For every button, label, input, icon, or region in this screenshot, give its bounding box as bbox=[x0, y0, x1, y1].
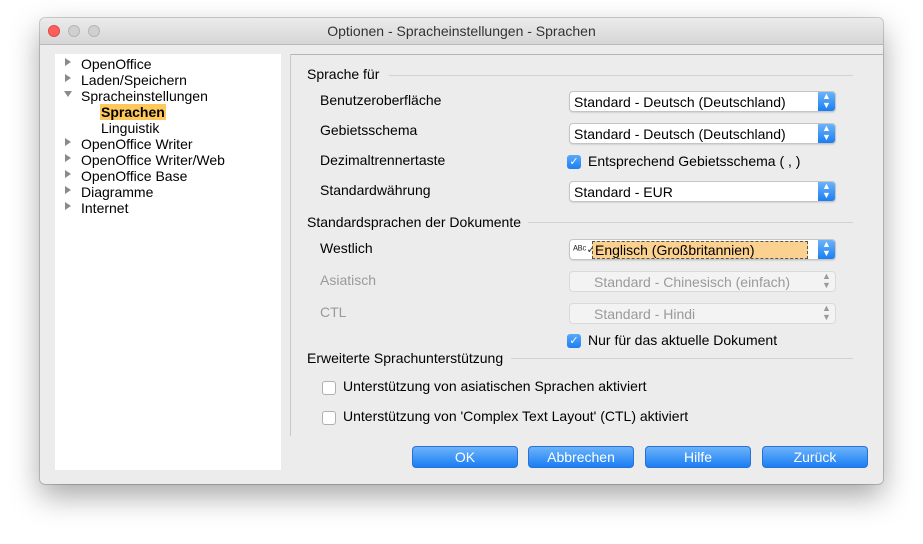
label-benutzeroberflaeche: Benutzeroberfläche bbox=[320, 92, 442, 108]
tree-item-writer-web[interactable]: OpenOffice Writer/Web bbox=[81, 152, 225, 168]
select-value: Englisch (Großbritannien) bbox=[592, 241, 808, 259]
select-value: Standard - Deutsch (Deutschland) bbox=[574, 94, 786, 110]
panel-top-line bbox=[291, 54, 883, 55]
select-ctl: Standard - Hindi ▲ ▼ bbox=[569, 303, 836, 324]
select-stepper-icon: ▲ ▼ bbox=[818, 92, 835, 111]
title-bar: Optionen - Spracheinstellungen - Sprache… bbox=[40, 18, 883, 45]
expand-arrow-icon[interactable] bbox=[65, 74, 71, 82]
ok-button[interactable]: OK bbox=[412, 446, 518, 468]
tree-item-sprachen-label: Sprachen bbox=[100, 104, 166, 120]
label-asiatisch: Asiatisch bbox=[320, 272, 377, 288]
expand-arrow-icon[interactable] bbox=[65, 186, 71, 194]
help-button[interactable]: Hilfe bbox=[645, 446, 751, 468]
select-stepper-icon: ▲ ▼ bbox=[818, 240, 835, 259]
select-stepper-icon: ▲ ▼ bbox=[818, 182, 835, 201]
collapse-arrow-icon[interactable] bbox=[64, 91, 72, 97]
tree-item-diagramme[interactable]: Diagramme bbox=[81, 184, 153, 200]
select-value: Standard - Deutsch (Deutschland) bbox=[574, 126, 786, 142]
checkbox-label-ctl: Unterstützung von 'Complex Text Layout' … bbox=[343, 408, 689, 424]
expand-arrow-icon[interactable] bbox=[65, 58, 71, 66]
tree-item-spracheinstellungen[interactable]: Spracheinstellungen bbox=[81, 88, 208, 104]
checkbox-nur-aktuelles-dokument[interactable]: ✓ bbox=[567, 334, 581, 348]
expand-arrow-icon[interactable] bbox=[65, 202, 71, 210]
select-stepper-icon: ▲ ▼ bbox=[822, 303, 831, 322]
label-dezimaltrennertaste: Dezimaltrennertaste bbox=[320, 152, 446, 168]
select-standardwaehrung[interactable]: Standard - EUR ▲ ▼ bbox=[569, 181, 836, 202]
select-stepper-icon: ▲ ▼ bbox=[818, 124, 835, 143]
tree-item-laden-speichern[interactable]: Laden/Speichern bbox=[81, 72, 187, 88]
tree-item-internet[interactable]: Internet bbox=[81, 200, 128, 216]
select-value: Standard - EUR bbox=[574, 184, 673, 200]
label-gebietsschema: Gebietsschema bbox=[320, 122, 418, 138]
expand-arrow-icon[interactable] bbox=[65, 154, 71, 162]
checkbox-label-asiatische-sprachen: Unterstützung von asiatischen Sprachen a… bbox=[343, 378, 647, 394]
tree-item-openoffice[interactable]: OpenOffice bbox=[81, 56, 152, 72]
select-westlich[interactable]: ᴬᴮᶜ✓ Englisch (Großbritannien) ▲ ▼ bbox=[569, 239, 836, 260]
section-divider bbox=[389, 75, 853, 76]
tree-item-base[interactable]: OpenOffice Base bbox=[81, 168, 187, 184]
label-ctl: CTL bbox=[320, 304, 347, 320]
tree-item-writer[interactable]: OpenOffice Writer bbox=[81, 136, 193, 152]
panel-divider bbox=[290, 54, 291, 436]
label-westlich: Westlich bbox=[320, 240, 373, 256]
select-value: Standard - Hindi bbox=[594, 306, 696, 322]
select-stepper-icon: ▲ ▼ bbox=[822, 271, 831, 290]
tree-item-sprachen[interactable]: Sprachen bbox=[100, 104, 166, 120]
options-tree: OpenOffice Laden/Speichern Spracheinstel… bbox=[55, 54, 281, 470]
checkbox-entsprechend-gebietsschema[interactable]: ✓ bbox=[567, 155, 581, 169]
section-heading-sprache-fuer: Sprache für bbox=[307, 66, 380, 82]
section-divider bbox=[511, 358, 853, 359]
window-title: Optionen - Spracheinstellungen - Sprache… bbox=[327, 23, 596, 39]
select-asiatisch: Standard - Chinesisch (einfach) ▲ ▼ bbox=[569, 271, 836, 292]
checkbox-ctl[interactable] bbox=[322, 411, 336, 425]
checkbox-label-nur-aktuelles-dokument: Nur für das aktuelle Dokument bbox=[588, 332, 778, 348]
checkbox-label-entsprechend-gebietsschema: Entsprechend Gebietsschema ( , ) bbox=[588, 153, 801, 169]
expand-arrow-icon[interactable] bbox=[65, 138, 71, 146]
select-value: Standard - Chinesisch (einfach) bbox=[594, 274, 791, 290]
select-benutzeroberflaeche[interactable]: Standard - Deutsch (Deutschland) ▲ ▼ bbox=[569, 91, 836, 112]
label-standardwaehrung: Standardwährung bbox=[320, 182, 431, 198]
select-gebietsschema[interactable]: Standard - Deutsch (Deutschland) ▲ ▼ bbox=[569, 123, 836, 144]
tree-item-linguistik[interactable]: Linguistik bbox=[101, 120, 159, 136]
section-divider bbox=[528, 222, 853, 223]
checkbox-asiatische-sprachen[interactable] bbox=[322, 381, 336, 395]
options-dialog: Optionen - Spracheinstellungen - Sprache… bbox=[40, 18, 883, 484]
section-heading-erweitert: Erweiterte Sprachunterstützung bbox=[307, 350, 504, 366]
back-button[interactable]: Zurück bbox=[762, 446, 868, 468]
expand-arrow-icon[interactable] bbox=[65, 170, 71, 178]
section-heading-standardsprachen: Standardsprachen der Dokumente bbox=[307, 214, 522, 230]
cancel-button[interactable]: Abbrechen bbox=[528, 446, 634, 468]
